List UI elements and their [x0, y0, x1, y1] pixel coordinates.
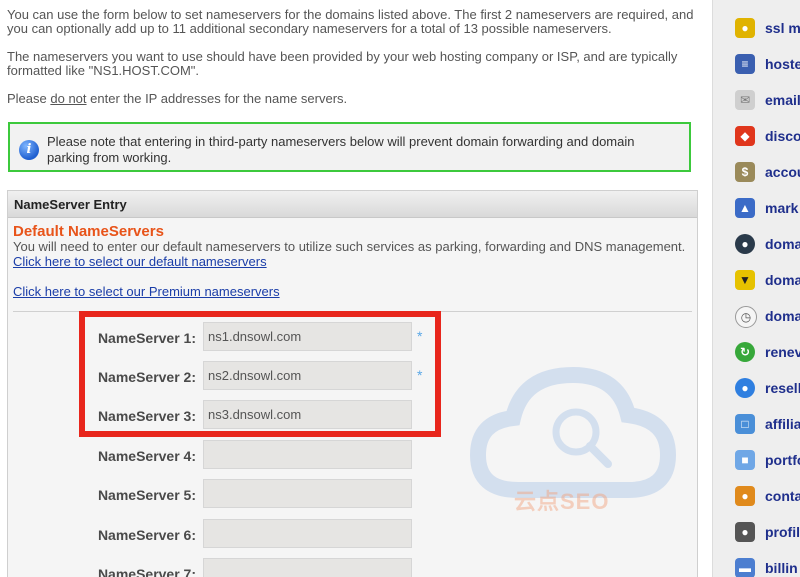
- nameserver-6-input[interactable]: [203, 519, 412, 548]
- nameserver-1-input[interactable]: [203, 322, 412, 351]
- sidebar-item-domains-3[interactable]: ◷ doma: [713, 300, 800, 336]
- nameserver-4-input[interactable]: [203, 440, 412, 469]
- nameserver-label: NameServer 7:: [97, 566, 196, 577]
- globe-icon: ●: [735, 234, 755, 254]
- sidebar-item-label: resell: [765, 380, 800, 396]
- nameserver-label: NameServer 2:: [97, 369, 196, 385]
- nameserver-row: NameServer 1: *: [8, 322, 697, 352]
- nameserver-label: NameServer 3:: [97, 408, 196, 424]
- intro-paragraph-3: Please do not enter the IP addresses for…: [7, 92, 707, 106]
- sidebar-item-reseller[interactable]: ● resell: [713, 372, 800, 408]
- section-description: You will need to enter our default names…: [13, 239, 686, 254]
- sidebar-item-label: doma: [765, 308, 800, 324]
- sidebar-item-email[interactable]: ✉ email: [713, 84, 800, 120]
- info-icon: i: [19, 140, 39, 160]
- sidebar-item-label: billin: [765, 560, 798, 576]
- sidebar-item-billing[interactable]: ▬ billin: [713, 552, 800, 577]
- sidebar-item-label: accou: [765, 164, 800, 180]
- folder-icon: ■: [735, 450, 755, 470]
- main-content: You can use the form below to set namese…: [0, 0, 712, 577]
- sidebar-item-discount[interactable]: ◆ disco: [713, 120, 800, 156]
- nameserver-5-input[interactable]: [203, 479, 412, 508]
- nameserver-label: NameServer 1:: [97, 330, 196, 346]
- server-icon: ≡: [735, 54, 755, 74]
- nameserver-row: NameServer 7:: [8, 558, 697, 577]
- default-nameservers-link[interactable]: Click here to select our default nameser…: [13, 254, 267, 269]
- contacts-icon: ●: [735, 486, 755, 506]
- sidebar-item-affiliate[interactable]: □ affilia: [713, 408, 800, 444]
- sidebar-item-domains-1[interactable]: ● doma: [713, 228, 800, 264]
- sidebar-item-hosting[interactable]: ≡ hoste: [713, 48, 800, 84]
- required-asterisk: *: [417, 328, 423, 344]
- profile-icon: ●: [735, 522, 755, 542]
- sidebar-item-label: hoste: [765, 56, 800, 72]
- market-icon: ▲: [735, 198, 755, 218]
- sidebar-item-label: renev: [765, 344, 800, 360]
- watermark-text: 云点SEO: [514, 489, 610, 514]
- tag-icon: ◆: [735, 126, 755, 146]
- sidebar-item-domains-2[interactable]: ▼ doma: [713, 264, 800, 300]
- sidebar: ● ssl m ≡ hoste ✉ email ◆ disco $ accou …: [712, 0, 800, 577]
- nameserver-3-input[interactable]: [203, 400, 412, 429]
- sidebar-item-profile[interactable]: ● profil: [713, 516, 800, 552]
- panel-header: NameServer Entry: [8, 191, 697, 218]
- intro-p3-after: enter the IP addresses for the name serv…: [86, 91, 348, 106]
- notice-text: Please note that entering in third-party…: [47, 134, 635, 165]
- premium-nameservers-link[interactable]: Click here to select our Premium nameser…: [13, 284, 280, 299]
- nameserver-label: NameServer 4:: [97, 448, 196, 464]
- sidebar-item-contacts[interactable]: ● conta: [713, 480, 800, 516]
- intro-p3-before: Please: [7, 91, 51, 106]
- clock-icon: ◷: [735, 306, 757, 328]
- nameserver-entry-panel: NameServer Entry Default NameServers You…: [7, 190, 698, 577]
- nameserver-label: NameServer 6:: [97, 527, 196, 543]
- section-title: Default NameServers: [13, 223, 164, 240]
- sidebar-item-renew[interactable]: ↻ renev: [713, 336, 800, 372]
- sidebar-item-label: conta: [765, 488, 800, 504]
- credit-card-icon: ▬: [735, 558, 755, 577]
- nameserver-row: NameServer 3:: [8, 400, 697, 430]
- money-bag-icon: $: [735, 162, 755, 182]
- sidebar-item-label: ssl m: [765, 20, 800, 36]
- intro-paragraph-1: You can use the form below to set namese…: [7, 7, 694, 36]
- intro-p3-emphasis: do not: [50, 91, 87, 106]
- reseller-globe-icon: ●: [735, 378, 755, 398]
- required-asterisk: *: [417, 367, 423, 383]
- intro-paragraph-2: The nameservers you want to use should h…: [7, 49, 678, 78]
- sidebar-item-portfolio[interactable]: ■ portfo: [713, 444, 800, 480]
- nameserver-row: NameServer 6:: [8, 519, 697, 549]
- panel-header-title: NameServer Entry: [14, 197, 127, 212]
- envelope-icon: ✉: [735, 90, 755, 110]
- sidebar-item-market[interactable]: ▲ mark: [713, 192, 800, 228]
- sidebar-item-label: affilia: [765, 416, 800, 432]
- sidebar-item-label: doma: [765, 272, 800, 288]
- nameserver-label: NameServer 5:: [97, 487, 196, 503]
- sidebar-item-ssl[interactable]: ● ssl m: [713, 12, 800, 48]
- sidebar-item-label: email: [765, 92, 800, 108]
- monitor-icon: □: [735, 414, 755, 434]
- sidebar-item-label: doma: [765, 236, 800, 252]
- nameserver-row: NameServer 2: *: [8, 361, 697, 391]
- nameserver-row: NameServer 4:: [8, 440, 697, 470]
- sidebar-item-label: mark: [765, 200, 799, 216]
- nameserver-2-input[interactable]: [203, 361, 412, 390]
- lock-icon: ●: [735, 18, 755, 38]
- divider: [13, 311, 692, 312]
- sidebar-item-label: disco: [765, 128, 800, 144]
- notice-box: i Please note that entering in third-par…: [8, 122, 691, 172]
- renew-icon: ↻: [735, 342, 755, 362]
- sidebar-item-account[interactable]: $ accou: [713, 156, 800, 192]
- sidebar-item-label: profil: [765, 524, 800, 540]
- sidebar-item-label: portfo: [765, 452, 800, 468]
- shield-icon: ▼: [735, 270, 755, 290]
- nameserver-7-input[interactable]: [203, 558, 412, 577]
